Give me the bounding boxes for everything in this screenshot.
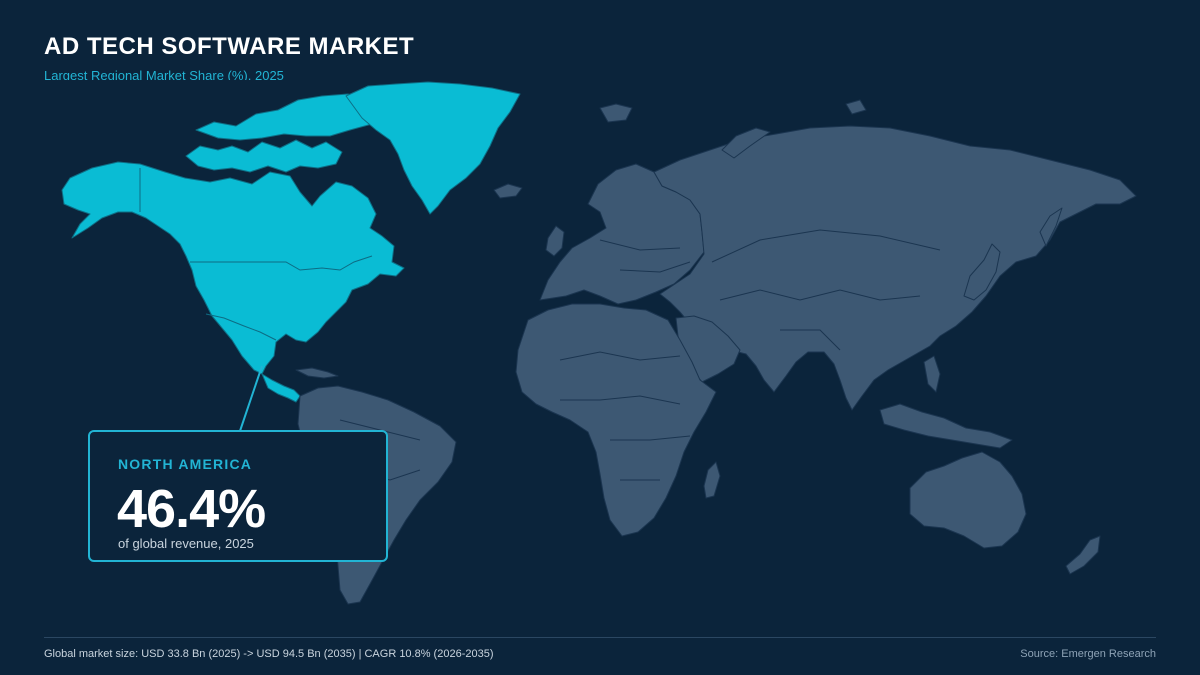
- world-map: [61, 81, 1137, 605]
- central-america[interactable]: [261, 373, 301, 403]
- southeast-asia-islands: [879, 403, 1013, 449]
- region-north-america[interactable]: [61, 81, 521, 403]
- footer-divider: [44, 637, 1156, 638]
- caribbean: [295, 367, 339, 379]
- madagascar: [703, 461, 721, 499]
- footer-source: Source: Emergen Research: [1020, 648, 1156, 660]
- philippines: [923, 355, 941, 393]
- callout-leader-line: [239, 365, 263, 432]
- north-america-mainland[interactable]: [61, 161, 405, 375]
- footer-market-summary: Global market size: USD 33.8 Bn (2025) -…: [44, 648, 494, 660]
- callout-share-value: 46.4%: [117, 479, 266, 539]
- callout-region-label: NORTH AMERICA: [118, 456, 253, 472]
- uk: [545, 225, 565, 257]
- australia: [909, 451, 1027, 549]
- iceland: [493, 183, 523, 199]
- greenland[interactable]: [345, 81, 521, 215]
- region-callout: NORTH AMERICA 46.4% of global revenue, 2…: [88, 430, 388, 562]
- new-zealand: [1065, 535, 1101, 575]
- hudson-bay-islands[interactable]: [185, 139, 343, 173]
- callout-note: of global revenue, 2025: [118, 536, 254, 551]
